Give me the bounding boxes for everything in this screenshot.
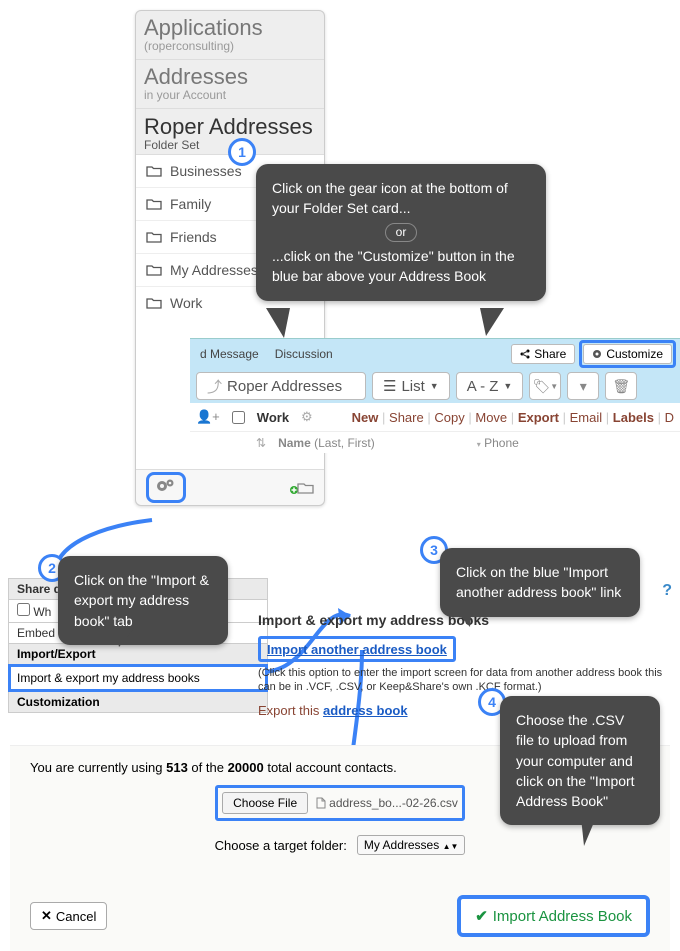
folder-icon (146, 295, 162, 311)
step-1-badge: 1 (228, 138, 256, 166)
export-this-link[interactable]: address book (323, 703, 408, 718)
caret-down-icon: ▼ (503, 381, 512, 391)
gear-icon[interactable]: ⚙ (301, 409, 313, 425)
gear-icon (592, 349, 602, 359)
import-hint: (Click this option to enter the import s… (258, 666, 668, 695)
customization-header: Customization (8, 692, 268, 713)
callout-4: Choose the .CSV file to upload from your… (500, 696, 660, 825)
action-move[interactable]: Move (475, 410, 507, 425)
share-icon (520, 349, 530, 359)
breadcrumb[interactable]: ⤴ Roper Addresses (196, 372, 366, 400)
trash-icon: 🗑 (612, 378, 630, 395)
caret-down-icon: ▼ (430, 381, 439, 391)
discussion-button[interactable]: Discussion (269, 344, 339, 364)
import-another-link[interactable]: Import another address book (267, 642, 447, 657)
action-copy[interactable]: Copy (434, 410, 464, 425)
tag-button[interactable]: 🏷▼ (529, 372, 561, 400)
current-folder-label: Work (257, 410, 289, 425)
folder-icon (146, 163, 162, 179)
column-name[interactable]: Name (278, 436, 311, 450)
add-folder-icon (290, 479, 314, 495)
column-phone[interactable]: Phone (484, 436, 519, 450)
target-folder-select[interactable]: My Addresses ▲▼ (357, 835, 466, 855)
action-d[interactable]: D (665, 410, 674, 425)
settings-gear-button[interactable] (146, 472, 186, 503)
sort-icon[interactable]: ⇅ (256, 436, 266, 450)
chosen-filename: address_bo...-02-26.csv (316, 796, 458, 810)
add-person-icon[interactable]: 👤+ (196, 409, 220, 425)
add-folder-button[interactable] (290, 479, 314, 496)
callout-2: Click on the "Import & export my address… (58, 556, 228, 645)
select-all-checkbox[interactable] (232, 411, 245, 424)
target-folder-label: Choose a target folder: (215, 838, 347, 853)
share-button[interactable]: Share (511, 344, 575, 364)
applications-title: Applications (144, 17, 316, 39)
action-new[interactable]: New (352, 410, 379, 425)
import-export-header: Import/Export (8, 644, 268, 665)
cancel-button[interactable]: ✕ Cancel (30, 902, 107, 930)
folder-icon (146, 262, 162, 278)
set-title: Roper Addresses (144, 115, 316, 138)
addresses-title: Addresses (144, 66, 316, 88)
addresses-subtitle: in your Account (144, 88, 316, 102)
tag-icon: 🏷 (532, 378, 550, 395)
card-footer (136, 469, 324, 505)
filter-icon: ▾ (580, 378, 587, 395)
view-list-button[interactable]: ☰ List ▼ (372, 372, 450, 400)
up-icon: ⤴ (207, 376, 222, 397)
action-share[interactable]: Share (389, 410, 424, 425)
file-icon (316, 797, 326, 809)
import-address-book-button[interactable]: ✔ Import Address Book (457, 895, 650, 937)
gear-icon (155, 478, 177, 494)
folder-icon (146, 229, 162, 245)
list-icon: ☰ (383, 377, 396, 395)
import-export-tab[interactable]: Import & export my address books (8, 664, 268, 692)
message-button[interactable]: d Message (194, 344, 265, 364)
callout-1: Click on the gear icon at the bottom of … (256, 164, 546, 301)
action-export[interactable]: Export (518, 410, 559, 425)
choose-file-button[interactable]: Choose File (222, 792, 308, 814)
filter-button[interactable]: ▾ (567, 372, 599, 400)
customize-button[interactable]: Customize (583, 344, 672, 364)
folder-icon (146, 196, 162, 212)
sort-az-button[interactable]: A - Z ▼ (456, 372, 524, 400)
org-name: (roperconsulting) (144, 39, 316, 53)
delete-button[interactable]: 🗑 (605, 372, 637, 400)
action-email[interactable]: Email (570, 410, 603, 425)
address-book-toolbar: d Message Discussion Share Customize ⤴ R… (190, 338, 680, 438)
action-labels[interactable]: Labels (613, 410, 654, 425)
help-icon[interactable]: ? (662, 582, 672, 600)
